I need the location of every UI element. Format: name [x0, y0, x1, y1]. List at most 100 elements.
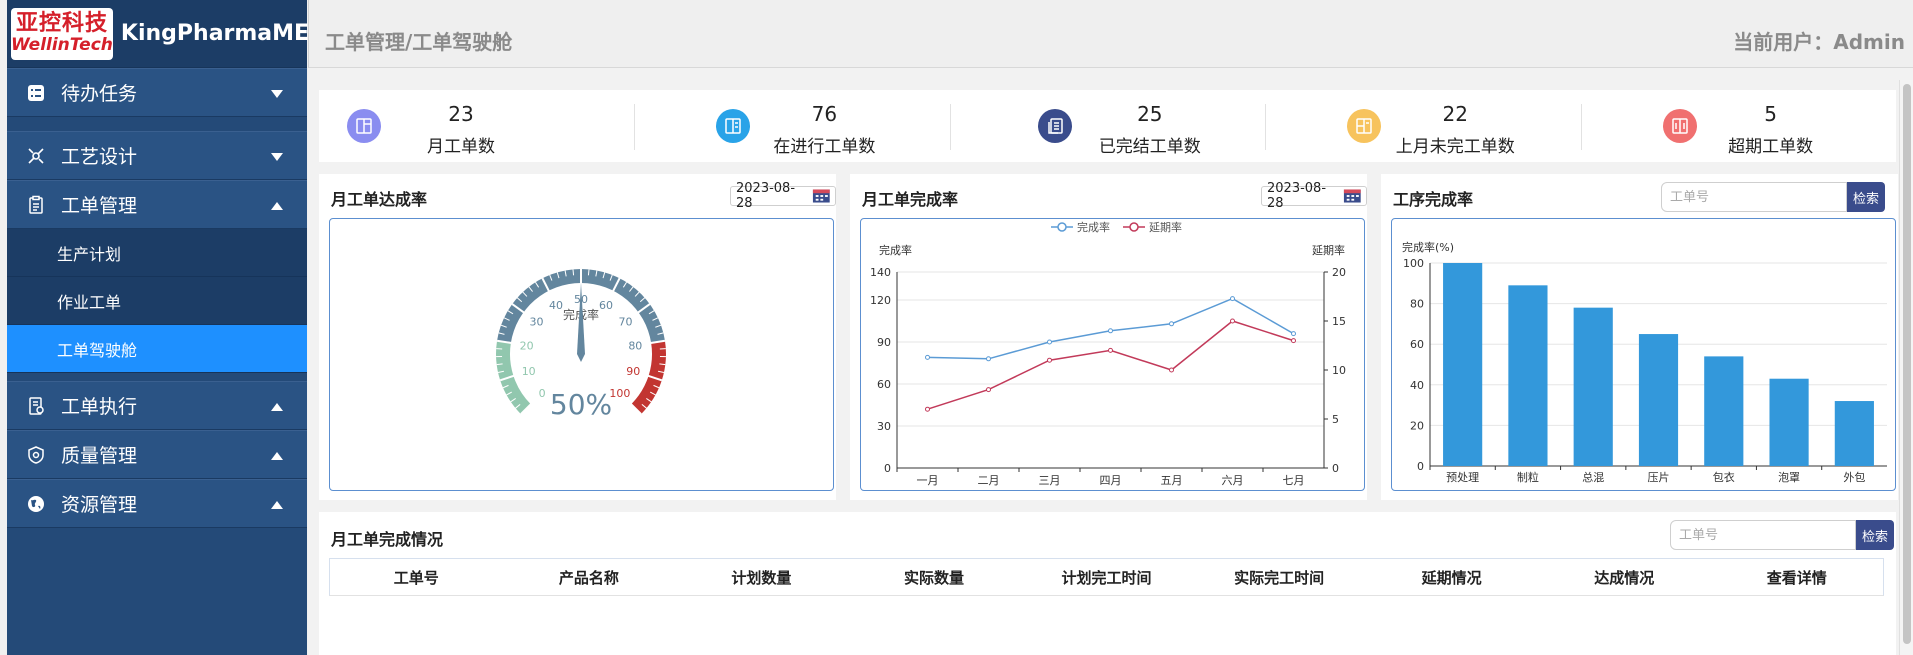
copy-doc-icon [1037, 109, 1072, 143]
sidebar-subitem-label: 作业工单 [57, 292, 122, 312]
gauge-tick-label: 100 [609, 387, 630, 400]
process-search: 检索 [1661, 182, 1885, 212]
bar [1573, 307, 1613, 466]
gauge-tick-label: 30 [530, 316, 544, 329]
y-tick-label: 0 [1417, 460, 1424, 473]
x-tick-label: 三月 [1039, 474, 1061, 487]
bar [1638, 334, 1679, 466]
sidebar-item-execution[interactable]: 工单执行 [7, 381, 307, 430]
x-tick-label: 七月 [1283, 474, 1305, 487]
date-picker[interactable]: 2023-08-28 [730, 181, 836, 211]
document-icon [347, 109, 381, 143]
stats-bar: 23 月工单数 76 在进行工单数 25 已完结工单数 22 上月未完工单数 5… [319, 90, 1896, 162]
column-header[interactable]: 计划完工时间 [1020, 567, 1193, 588]
logo-bar: 亚控科技 WellinTech KingPharmaMES [7, 0, 325, 68]
date-picker[interactable]: 2023-08-28 [1261, 181, 1367, 211]
sidebar: 亚控科技 WellinTech KingPharmaMES 待办任务 工艺设计 … [7, 0, 325, 655]
sidebar-item-process-design[interactable]: 工艺设计 [7, 131, 307, 180]
panel-title: 月工单完成情况 [331, 530, 444, 549]
data-point [1291, 331, 1296, 337]
process-design-icon [25, 145, 47, 167]
gauge-panel: 月工单达成率 2023-08-28 0102030405060708090100… [319, 174, 836, 500]
gauge-tick [587, 269, 590, 276]
main-scrollbar[interactable] [1899, 80, 1913, 655]
bar [1508, 285, 1548, 466]
x-tick-label: 包衣 [1713, 470, 1735, 484]
bar-chart: 完成率(%) 0 20 40 60 80 100 预处理 制粒 总混 压片 包衣 泡罩 外包 [1402, 240, 1887, 484]
data-point [1108, 328, 1113, 334]
sidebar-item-label: 工艺设计 [61, 146, 138, 168]
legend-marker [1057, 222, 1067, 232]
task-list-icon [25, 82, 47, 104]
column-header[interactable]: 实际数量 [848, 567, 1021, 588]
stat-label: 月工单数 [427, 137, 495, 157]
sidebar-subitem-cockpit[interactable]: 工单驾驶舱 [7, 325, 307, 373]
chevron-up-icon [271, 493, 283, 515]
bar [1769, 378, 1809, 466]
data-point [1169, 321, 1174, 327]
stat-label: 已完结工单数 [1098, 137, 1201, 157]
stat-in-progress: 76 在进行工单数 [634, 90, 949, 162]
bar [1834, 401, 1874, 466]
order-no-input[interactable] [1661, 182, 1847, 212]
main-content: 23 月工单数 76 在进行工单数 25 已完结工单数 22 上月未完工单数 5… [308, 68, 1913, 655]
gauge-tick-label: 0 [539, 387, 546, 400]
sidebar-item-todo[interactable]: 待办任务 [7, 68, 307, 117]
gauge-tick-label: 20 [520, 339, 534, 352]
data-point [1047, 339, 1052, 345]
x-tick-label: 二月 [978, 474, 1000, 487]
sidebar-subitem-label: 生产计划 [57, 244, 122, 264]
order-no-input[interactable] [1670, 520, 1856, 550]
scrollbar-thumb[interactable] [1903, 84, 1911, 644]
data-point [1230, 318, 1235, 324]
company-logo: 亚控科技 WellinTech [11, 7, 113, 60]
search-button[interactable]: 检索 [1847, 182, 1885, 212]
sidebar-subitem-production-plan[interactable]: 生产计划 [7, 229, 307, 277]
gauge-tick [572, 269, 575, 276]
x-tick-label: 压片 [1648, 471, 1670, 484]
sidebar-item-label: 工单管理 [61, 195, 138, 217]
y-tick-label-left: 60 [877, 378, 891, 391]
sidebar-item-label: 质量管理 [61, 445, 138, 467]
column-header[interactable]: 实际完工时间 [1193, 567, 1366, 588]
y-tick-label: 60 [1410, 338, 1424, 351]
x-tick-label: 六月 [1222, 474, 1244, 487]
y-tick-label: 80 [1410, 298, 1424, 311]
column-header[interactable]: 工单号 [330, 567, 503, 588]
column-header[interactable]: 延期情况 [1365, 567, 1538, 588]
y-axis-label-left: 完成率 [879, 243, 912, 257]
panel-title: 月工单完成率 [862, 190, 959, 209]
column-header[interactable]: 计划数量 [675, 567, 848, 588]
stat-value: 5 [1764, 102, 1777, 126]
column-header[interactable]: 达成情况 [1538, 567, 1711, 588]
y-tick-label-left: 140 [870, 266, 891, 279]
gauge-tick-label: 10 [522, 365, 536, 378]
legend-marker [1129, 222, 1139, 232]
order-search: 检索 [1670, 520, 1894, 550]
stat-value: 23 [448, 102, 474, 126]
legend-label: 延期率 [1149, 220, 1182, 234]
column-header[interactable]: 查看详情 [1711, 567, 1884, 588]
sidebar-subitem-job-order[interactable]: 作业工单 [7, 277, 307, 325]
data-point [1108, 347, 1113, 353]
sidebar-item-resources[interactable]: 资源管理 [7, 479, 307, 528]
gauge-tick-label: 40 [549, 299, 563, 312]
gauge-value: 50% [550, 388, 612, 421]
data-point [1169, 367, 1174, 373]
sidebar-item-work-order-mgmt[interactable]: 工单管理 [7, 180, 307, 229]
sidebar-item-quality[interactable]: 质量管理 [7, 430, 307, 479]
current-user: 当前用户：Admin [1733, 30, 1905, 54]
x-tick-label: 四月 [1100, 474, 1122, 487]
stat-value: 22 [1442, 102, 1468, 126]
data-point [1230, 296, 1235, 302]
data-point [925, 354, 930, 360]
stat-label: 在进行工单数 [773, 137, 876, 157]
x-tick-label: 制粒 [1517, 470, 1539, 484]
column-header[interactable]: 产品名称 [503, 567, 676, 588]
gauge-chart: 0102030405060708090100完成率50% [496, 268, 666, 421]
y-tick-label-left: 30 [877, 420, 891, 433]
search-button[interactable]: 检索 [1856, 520, 1894, 550]
x-tick-label: 五月 [1161, 474, 1183, 487]
x-tick-label: 预处理 [1446, 471, 1479, 484]
y-tick-label-right: 5 [1332, 413, 1339, 426]
